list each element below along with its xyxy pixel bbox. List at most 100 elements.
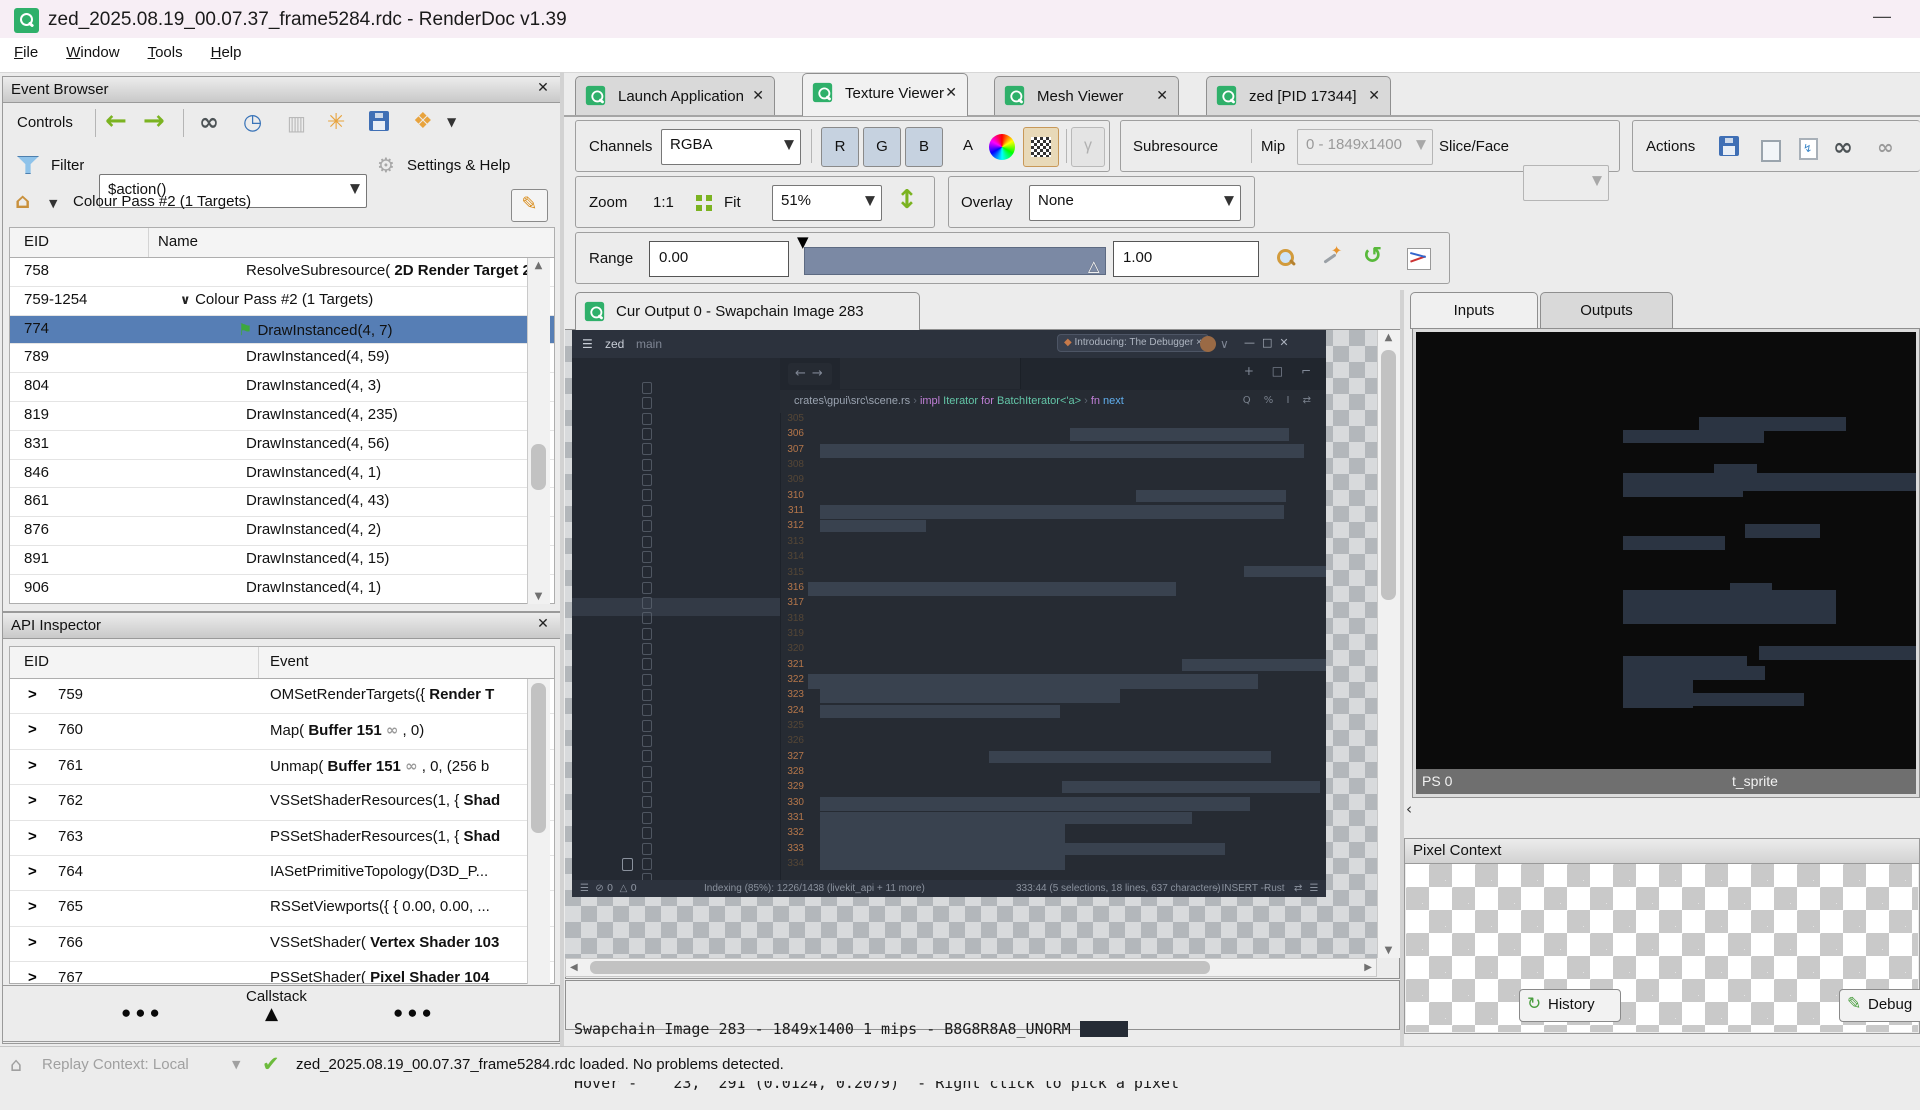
close-icon[interactable]: ✕	[1156, 88, 1168, 104]
black-point-marker[interactable]: ▼	[797, 233, 809, 251]
history-button[interactable]: ↻ History	[1519, 989, 1621, 1022]
zoom-range-icon[interactable]	[1276, 248, 1296, 268]
channel-alpha-button[interactable]: A	[949, 127, 987, 167]
goto-location-icon[interactable]: ∞	[1833, 133, 1853, 161]
tab-texture-viewer[interactable]: Texture Viewer✕	[802, 73, 968, 116]
resource-link-icon[interactable]: ∞	[405, 757, 418, 775]
api-event-row[interactable]: >761Unmap( Buffer 151 ∞ , 0, (256 b	[10, 750, 554, 785]
expand-chevron-icon[interactable]: >	[28, 934, 37, 951]
expand-chevron-icon[interactable]: >	[28, 969, 37, 984]
thumbnail-scroll-left-icon[interactable]: ‹	[1406, 800, 1412, 818]
flip-y-icon[interactable]: ↕	[896, 185, 918, 215]
alpha-checkerboard-button[interactable]	[1023, 127, 1059, 167]
dock-splitter[interactable]	[560, 72, 564, 1046]
fit-button[interactable]: Fit	[724, 194, 741, 211]
menu-item-window[interactable]: Window	[52, 38, 133, 67]
range-max-input[interactable]: 1.00	[1113, 241, 1259, 277]
scroll-left-icon[interactable]: ◀	[570, 962, 578, 973]
event-row[interactable]: 831DrawInstanced(4, 56)	[10, 431, 554, 460]
event-browser-scrollbar[interactable]: ▲ ▼	[527, 258, 550, 604]
scrollbar-thumb[interactable]	[1381, 350, 1396, 600]
event-column-header[interactable]: Event	[270, 653, 308, 670]
tab-zed-pid-17344-[interactable]: zed [PID 17344]✕	[1206, 76, 1391, 116]
expand-chevron-icon[interactable]: >	[28, 792, 37, 809]
api-event-row[interactable]: >759OMSetRenderTargets({ Render T	[10, 679, 554, 714]
tab-mesh-viewer[interactable]: Mesh Viewer✕	[994, 76, 1179, 116]
callstack-section[interactable]: ●●● Callstack ▲ ●●●	[2, 985, 560, 1042]
expand-chevron-icon[interactable]: >	[28, 828, 37, 845]
open-texture-list-icon[interactable]	[1799, 138, 1818, 160]
api-event-row[interactable]: >766VSSetShader( Vertex Shader 103	[10, 927, 554, 962]
close-icon[interactable]: ✕	[533, 80, 553, 100]
chevron-down-icon[interactable]: ▼	[447, 115, 456, 129]
menu-item-tools[interactable]: Tools	[134, 38, 197, 67]
event-row[interactable]: 758ResolveSubresource( 2D Render Target …	[10, 258, 554, 287]
texture-output-tab[interactable]: Cur Output 0 - Swapchain Image 283	[575, 292, 920, 330]
scroll-up-icon[interactable]: ▲	[528, 260, 549, 271]
expand-chevron-icon[interactable]: >	[28, 757, 37, 774]
api-inspector-scrollbar[interactable]	[527, 679, 550, 984]
event-row[interactable]: 861DrawInstanced(4, 43)	[10, 488, 554, 517]
api-event-row[interactable]: >760Map( Buffer 151 ∞ , 0)	[10, 714, 554, 749]
channel-red-button[interactable]: R	[821, 127, 859, 167]
breadcrumb[interactable]: Colour Pass #2 (1 Targets)	[73, 193, 251, 210]
resource-thumbnail[interactable]: PS 0 t_sprite	[1416, 332, 1916, 794]
chevron-down-icon[interactable]: ▼	[232, 1058, 240, 1071]
event-row[interactable]: 891DrawInstanced(4, 15)	[10, 546, 554, 575]
chevron-down-icon[interactable]: ▼	[784, 138, 794, 153]
next-action-icon[interactable]: →	[143, 110, 165, 132]
white-point-marker[interactable]: △	[1088, 257, 1100, 275]
eid-column-header[interactable]: EID	[24, 233, 49, 250]
fit-icon[interactable]	[696, 195, 712, 211]
reset-range-icon[interactable]: ↺	[1363, 243, 1382, 269]
settings-help-label[interactable]: Settings & Help	[407, 157, 510, 174]
close-icon[interactable]: ✕	[533, 616, 553, 636]
texture-viewport[interactable]: ☰ zed main ◆ Introducing: The Debugger ×…	[565, 330, 1377, 958]
autofit-wand-icon[interactable]	[1321, 248, 1341, 268]
event-row[interactable]: 759-1254∨ Colour Pass #2 (1 Targets)	[10, 287, 554, 316]
chevron-down-icon[interactable]: ▼	[1224, 194, 1234, 209]
callstack-label[interactable]: Callstack	[246, 988, 307, 1005]
zoom-1-1-button[interactable]: 1:1	[653, 194, 674, 211]
channel-blue-button[interactable]: B	[905, 127, 943, 167]
menu-item-help[interactable]: Help	[197, 38, 256, 67]
scrollbar-thumb[interactable]	[590, 961, 1210, 974]
dock-splitter[interactable]	[1400, 290, 1404, 1046]
debug-button[interactable]: ✎ Debug	[1839, 989, 1920, 1022]
channels-select[interactable]: RGBA ▼	[661, 129, 801, 165]
chevron-down-icon[interactable]: ▼	[350, 182, 360, 197]
replay-context-label[interactable]: Replay Context: Local	[42, 1056, 189, 1073]
tab-outputs[interactable]: Outputs	[1540, 292, 1673, 329]
texture-vertical-scrollbar[interactable]: ▲ ▼	[1377, 330, 1400, 958]
chevron-down-icon[interactable]: ▼	[49, 197, 57, 210]
resource-link-icon[interactable]: ∞	[386, 721, 399, 739]
texture-horizontal-scrollbar[interactable]: ◀ ▶	[565, 958, 1377, 977]
range-min-input[interactable]: 0.00	[649, 241, 789, 277]
chevron-down-icon[interactable]: ▼	[865, 194, 875, 209]
export-icon[interactable]	[369, 111, 389, 131]
close-icon[interactable]: ✕	[752, 88, 764, 104]
expander-icon[interactable]: ∨	[180, 293, 195, 308]
close-icon[interactable]: ✕	[945, 85, 957, 101]
scrollbar-thumb[interactable]	[531, 683, 546, 833]
api-inspector-header[interactable]: API Inspector ✕	[3, 613, 561, 639]
home-icon[interactable]: ⌂	[15, 189, 30, 213]
range-slider[interactable]	[804, 247, 1106, 275]
find-event-icon[interactable]: ∞	[199, 108, 219, 136]
api-event-row[interactable]: >764IASetPrimitiveTopology(D3D_P...	[10, 856, 554, 891]
tab-inputs[interactable]: Inputs	[1410, 292, 1538, 329]
color-wheel-icon[interactable]	[989, 134, 1015, 160]
api-event-row[interactable]: >765RSSetViewports({ { 0.00, 0.00, ...	[10, 891, 554, 926]
expand-chevron-icon[interactable]: >	[28, 686, 37, 703]
previous-action-icon[interactable]: ←	[105, 110, 127, 132]
api-event-row[interactable]: >762VSSetShaderResources(1, { Shad	[10, 785, 554, 820]
zoom-select[interactable]: 51% ▼	[772, 185, 882, 221]
save-texture-icon[interactable]	[1719, 136, 1739, 156]
expand-chevron-icon[interactable]: >	[28, 898, 37, 915]
histogram-icon[interactable]	[1407, 248, 1431, 270]
scroll-down-icon[interactable]: ▼	[528, 591, 549, 602]
timeline-icon[interactable]: ◷	[243, 110, 262, 135]
event-browser-header[interactable]: Event Browser ✕	[3, 77, 561, 103]
expand-chevron-icon[interactable]: >	[28, 863, 37, 880]
scroll-right-icon[interactable]: ▶	[1364, 962, 1372, 973]
